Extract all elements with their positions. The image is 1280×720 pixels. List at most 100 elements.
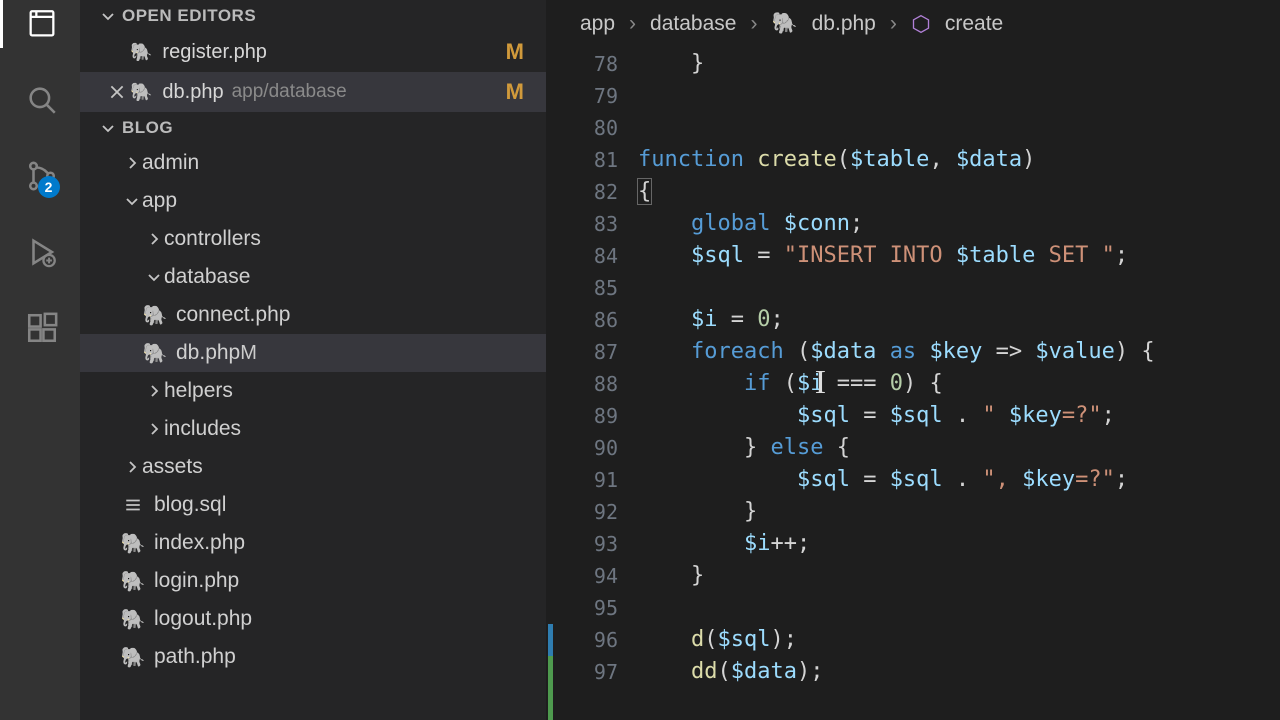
tree-label: path.php [154,645,236,669]
line-number: 87 [546,336,638,368]
tree-label: includes [164,417,241,441]
code-content[interactable]: } [638,496,757,528]
code-line[interactable]: 97 dd($data); [546,656,1280,688]
folder-item[interactable]: helpers [80,372,546,410]
code-line[interactable]: 83 global $conn; [546,208,1280,240]
open-editor-item[interactable]: 🐘register.phpM [80,32,546,72]
file-name: register.php [162,41,267,64]
code-content[interactable]: { [638,176,651,208]
code-line[interactable]: 92 } [546,496,1280,528]
code-line[interactable]: 95 [546,592,1280,624]
line-number: 96 [546,624,638,656]
modified-badge: M [240,342,257,365]
file-item[interactable]: 🐘logout.php [80,600,546,638]
line-number: 80 [546,112,638,144]
code-line[interactable]: 94 } [546,560,1280,592]
code-line[interactable]: 85 [546,272,1280,304]
folder-item[interactable]: admin [80,144,546,182]
code-line[interactable]: 90 } else { [546,432,1280,464]
tree-label: index.php [154,531,245,555]
tree-label: admin [142,151,199,175]
code-content[interactable]: if ($i === 0) {I [638,368,943,400]
line-number: 94 [546,560,638,592]
debug-activity-icon[interactable] [18,228,66,276]
code-content[interactable]: $sql = $sql . ", $key=?"; [638,464,1128,496]
code-content[interactable]: foreach ($data as $key => $value) { [638,336,1155,368]
tree-label: logout.php [154,607,252,631]
chevron-right-icon: › [629,12,636,36]
folder-item[interactable]: includes [80,410,546,448]
close-icon[interactable] [104,83,130,101]
code-content[interactable]: } [638,48,704,80]
search-activity-icon[interactable] [18,76,66,124]
file-item[interactable]: 🐘db.phpM [80,334,546,372]
folder-item[interactable]: database [80,258,546,296]
code-line[interactable]: 89 $sql = $sql . " $key=?"; [546,400,1280,432]
code-line[interactable]: 96 d($sql); [546,624,1280,656]
code-content[interactable]: } else { [638,432,850,464]
code-content[interactable]: dd($data); [638,656,823,688]
code-content[interactable]: $sql = $sql . " $key=?"; [638,400,1115,432]
open-editors-title: OPEN EDITORS [122,6,256,26]
scm-activity-icon[interactable]: 2 [18,152,66,200]
folder-item[interactable]: app [80,182,546,220]
breadcrumb[interactable]: app › database › 🐘 db.php › create [546,0,1280,48]
line-number: 85 [546,272,638,304]
code-content[interactable]: $i++; [638,528,810,560]
folder-item[interactable]: assets [80,448,546,486]
code-line[interactable]: 78 } [546,48,1280,80]
code-line[interactable]: 84 $sql = "INSERT INTO $table SET "; [546,240,1280,272]
open-editor-item[interactable]: 🐘db.phpapp/databaseM [80,72,546,112]
breadcrumb-segment[interactable]: app [580,12,615,36]
chevron-right-icon: › [890,12,897,36]
line-number: 92 [546,496,638,528]
php-file-icon: 🐘 [144,303,166,328]
code-line[interactable]: 80 [546,112,1280,144]
code-line[interactable]: 91 $sql = $sql . ", $key=?"; [546,464,1280,496]
code-line[interactable]: 79 [546,80,1280,112]
tree-label: database [164,265,250,289]
file-item[interactable]: 🐘connect.php [80,296,546,334]
code-content[interactable]: $i = 0; [638,304,784,336]
code-content[interactable]: d($sql); [638,624,797,656]
modified-badge: M [506,79,524,105]
code-content[interactable]: } [638,560,704,592]
breadcrumb-segment[interactable]: database [650,12,736,36]
code-line[interactable]: 81function create($table, $data) [546,144,1280,176]
file-path: app/database [232,81,347,103]
modified-badge: M [506,39,524,65]
code-line[interactable]: 93 $i++; [546,528,1280,560]
code-line[interactable]: 87 foreach ($data as $key => $value) { [546,336,1280,368]
code-line[interactable]: 82{ [546,176,1280,208]
file-item[interactable]: 🐘login.php [80,562,546,600]
line-number: 93 [546,528,638,560]
line-number: 91 [546,464,638,496]
chevron-down-icon [122,193,142,209]
code-content[interactable]: global $conn; [638,208,863,240]
sql-file-icon [122,496,144,514]
code-editor[interactable]: 78 }798081function create($table, $data)… [546,48,1280,720]
explorer-activity-icon[interactable] [18,0,66,48]
chevron-down-icon [144,269,164,285]
folder-item[interactable]: controllers [80,220,546,258]
code-content[interactable]: $sql = "INSERT INTO $table SET "; [638,240,1128,272]
line-number: 82 [546,176,638,208]
explorer-folder-header[interactable]: BLOG [80,112,546,144]
line-number: 89 [546,400,638,432]
file-item[interactable]: blog.sql [80,486,546,524]
open-editors-header[interactable]: OPEN EDITORS [80,0,546,32]
line-number: 83 [546,208,638,240]
code-line[interactable]: 86 $i = 0; [546,304,1280,336]
editor-pane: app › database › 🐘 db.php › create 78 }7… [546,0,1280,720]
breadcrumb-segment[interactable]: db.php [812,12,876,36]
file-item[interactable]: 🐘index.php [80,524,546,562]
line-number: 86 [546,304,638,336]
file-item[interactable]: 🐘 path.php [80,638,546,676]
tree-label: assets [142,455,203,479]
breadcrumb-segment[interactable]: create [945,12,1003,36]
php-file-icon: 🐘 [122,645,144,670]
code-line[interactable]: 88 if ($i === 0) {I [546,368,1280,400]
code-content[interactable]: function create($table, $data) [638,144,1035,176]
php-file-icon: 🐘 [122,569,144,594]
extensions-activity-icon[interactable] [18,304,66,352]
